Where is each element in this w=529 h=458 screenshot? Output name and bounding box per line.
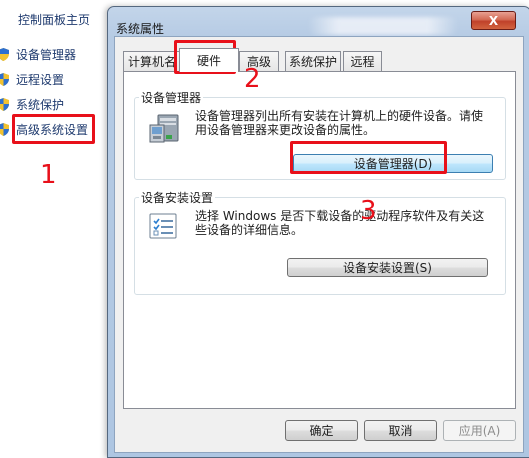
button-label: 确定 [309, 424, 334, 438]
step-number-1: 1 [40, 160, 57, 190]
sidebar-item-label: 远程设置 [16, 72, 65, 87]
button-label: 设备安装设置(S) [343, 261, 432, 275]
sidebar-item-device-manager[interactable]: 设备管理器 [0, 45, 76, 63]
close-button[interactable]: X [471, 11, 516, 30]
install-settings-description-line2: 些设备的详细信息。 [195, 223, 304, 237]
computer-device-icon [148, 113, 182, 145]
sidebar-item-system-protection[interactable]: 系统保护 [0, 95, 64, 113]
tab-computer-name[interactable]: 计算机名 [123, 51, 181, 71]
device-manager-description-line2: 用设备管理器来更改设备的属性。 [195, 123, 376, 137]
uac-shield-icon [0, 122, 9, 136]
uac-shield-icon [0, 72, 9, 86]
sidebar-item-label: 设备管理器 [16, 47, 77, 62]
tab-label: 硬件 [196, 54, 221, 68]
sidebar-item-remote-settings[interactable]: 远程设置 [0, 70, 64, 88]
uac-shield-icon [0, 47, 9, 61]
device-manager-description-line1: 设备管理器列出所有安装在计算机上的硬件设备。请使 [195, 109, 484, 123]
button-label: 取消 [388, 424, 413, 438]
step-number-3: 3 [360, 196, 377, 226]
sidebar-item-label: 系统保护 [16, 97, 65, 112]
system-properties-dialog: 系统属性 X 计算机名 硬件 高级 系统保护 远程 设备管理器 设备管理器列出所… [107, 6, 529, 458]
button-label: 应用(A) [458, 424, 501, 438]
install-settings-description-line1: 选择 Windows 是否下载设备的驱动程序软件及有关这 [195, 209, 485, 223]
tab-label: 远程 [350, 55, 375, 69]
tab-label: 系统保护 [288, 55, 337, 69]
device-install-settings-group: 设备安装设置 选择 Windows 是否下载设备的驱动程序软件及有关这 些设备的… [134, 189, 506, 295]
control-panel-home-link[interactable]: 控制面板主页 [18, 11, 90, 28]
dialog-client-area: 计算机名 硬件 高级 系统保护 远程 设备管理器 设备管理器列出所有安装在计算机… [114, 36, 524, 453]
tab-remote[interactable]: 远程 [343, 51, 382, 71]
group-title: 设备管理器 [139, 89, 204, 106]
cancel-button[interactable]: 取消 [364, 420, 437, 441]
tab-label: 计算机名 [127, 55, 176, 69]
device-install-settings-button[interactable]: 设备安装设置(S) [287, 258, 488, 277]
apply-button[interactable]: 应用(A) [443, 420, 516, 441]
step-number-2: 2 [244, 64, 261, 94]
checklist-icon [149, 213, 177, 239]
highlight-box-advanced-settings [12, 114, 95, 144]
close-icon: X [488, 13, 499, 28]
hardware-tab-panel: 设备管理器 设备管理器列出所有安装在计算机上的硬件设备。请使 用设备管理器来更改… [123, 71, 516, 409]
dialog-title: 系统属性 [116, 22, 165, 36]
tab-hardware[interactable]: 硬件 [179, 48, 239, 72]
tab-system-protection[interactable]: 系统保护 [285, 51, 341, 71]
ok-button[interactable]: 确定 [285, 420, 358, 441]
blurred-title-background [308, 17, 458, 35]
group-title: 设备安装设置 [139, 189, 216, 206]
uac-shield-icon [0, 97, 9, 111]
highlight-box-device-manager-button [290, 141, 447, 174]
